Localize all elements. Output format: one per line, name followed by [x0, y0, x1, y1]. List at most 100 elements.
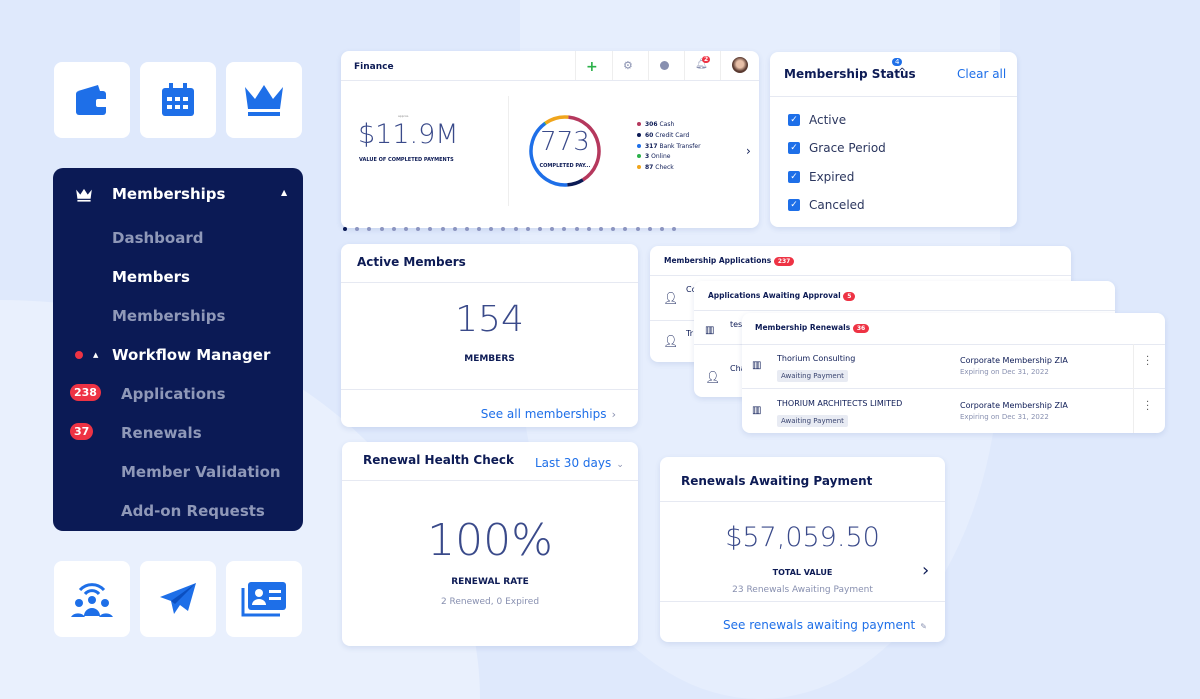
carousel-dot[interactable] [391, 227, 396, 231]
carousel-dot[interactable] [489, 227, 494, 231]
date-range-dropdown[interactable]: Last 30 days ⌄ [535, 452, 624, 471]
renewal-health-title: Renewal Health Check [363, 453, 514, 467]
carousel-dot[interactable] [501, 227, 506, 231]
carousel-dot[interactable] [562, 227, 567, 231]
renewals-awaiting-payment-card: Renewals Awaiting Payment $57,059.50 TOT… [660, 457, 945, 642]
active-members-label: MEMBERS [464, 354, 515, 364]
legend-dot [637, 132, 641, 137]
info-icon[interactable] [660, 61, 669, 70]
expand-caret-icon[interactable]: ▲ [93, 351, 98, 359]
carousel-dot[interactable] [416, 227, 421, 231]
person-icon: 👤︎ [663, 334, 679, 348]
sidebar-item-members[interactable]: Members [112, 268, 190, 286]
sidebar-item-add-on-requests[interactable]: Add-on Requests [121, 502, 265, 520]
clear-all-link[interactable]: Clear all [957, 67, 1006, 81]
renewal-rate-value: 100% [427, 515, 553, 566]
carousel-dot[interactable] [379, 227, 384, 231]
see-renewals-awaiting-payment-link[interactable]: See renewals awaiting payment ✎ [723, 614, 927, 633]
legend-item: 3 Online [637, 152, 701, 163]
contact-card-tile[interactable] [226, 561, 302, 637]
carousel-dot[interactable] [659, 227, 664, 231]
sidebar: Memberships ▲ Dashboard Members Membersh… [53, 168, 303, 531]
carousel-dot[interactable] [477, 227, 482, 231]
carousel-dot[interactable] [440, 227, 445, 231]
link-text: See all memberships [480, 407, 607, 421]
active-members-value: 154 [455, 299, 524, 340]
collapse-caret-icon[interactable]: ▲ [281, 188, 287, 197]
carousel-dot[interactable] [635, 227, 640, 231]
checkbox-canceled[interactable]: ✓ Canceled [788, 198, 865, 212]
sidebar-item-memberships[interactable]: Memberships [112, 307, 225, 325]
next-chevron-icon[interactable]: › [922, 560, 929, 581]
sidebar-section-memberships[interactable]: Memberships [112, 185, 225, 203]
awaiting-payment-title: Renewals Awaiting Payment [681, 474, 873, 488]
sidebar-item-renewals[interactable]: Renewals [121, 424, 202, 442]
carousel-pagination[interactable] [343, 216, 743, 235]
renewal-health-card: Renewal Health Check Last 30 days ⌄ 100%… [342, 442, 638, 646]
awaiting-payment-value: $57,059.50 [725, 522, 880, 553]
carousel-dot[interactable] [464, 227, 469, 231]
carousel-dot[interactable] [598, 227, 603, 231]
checkbox-checked-icon: ✓ [788, 114, 800, 126]
checkbox-grace-period[interactable]: ✓ Grace Period [788, 141, 886, 155]
carousel-dot[interactable] [550, 227, 555, 231]
user-avatar[interactable] [732, 57, 748, 73]
completed-payments-value: $11.9M [358, 119, 459, 150]
sidebar-item-applications[interactable]: Applications [121, 385, 226, 403]
person-icon: 👤︎ [705, 370, 721, 384]
checkbox-expired[interactable]: ✓ Expired [788, 170, 854, 184]
carousel-dot[interactable] [452, 227, 457, 231]
completed-payments-count-label: COMPLETED PAY... [539, 163, 591, 169]
sidebar-item-dashboard[interactable]: Dashboard [112, 229, 203, 247]
crown-tile[interactable] [226, 62, 302, 138]
see-all-memberships-link[interactable]: See all memberships › [481, 403, 616, 422]
chevron-up-icon[interactable]: ^ [898, 67, 906, 78]
active-members-title: Active Members [357, 255, 466, 269]
building-icon: ▥ [752, 405, 762, 416]
legend-item: 60 Credit Card [637, 131, 701, 142]
carousel-dot[interactable] [513, 227, 518, 231]
renewals-badge: 37 [70, 423, 94, 440]
calendar-tile[interactable] [140, 62, 216, 138]
wallet-tile[interactable] [54, 62, 130, 138]
carousel-dot[interactable] [355, 227, 360, 231]
carousel-dot[interactable] [611, 227, 616, 231]
approval-row[interactable]: tes [730, 320, 742, 329]
carousel-dot[interactable] [403, 227, 408, 231]
more-options-icon[interactable]: · · · [1146, 398, 1149, 416]
carousel-dot[interactable] [428, 227, 433, 231]
settings-gear-icon[interactable]: ⚙ [623, 59, 633, 72]
legend-count: 60 [645, 131, 654, 139]
person-icon: 👤︎ [663, 291, 679, 305]
community-tile[interactable] [54, 561, 130, 637]
application-row[interactable]: Tr [686, 329, 693, 338]
more-options-icon[interactable]: · · · [1146, 353, 1149, 371]
status-pill-text: Awaiting Payment [777, 415, 848, 427]
legend-count: 87 [645, 164, 654, 172]
renewal-expiry: Expiring on Dec 31, 2022 [960, 368, 1049, 376]
carousel-dot[interactable] [538, 227, 542, 231]
carousel-dot[interactable] [672, 227, 677, 231]
send-tile[interactable] [140, 561, 216, 637]
sidebar-item-workflow-manager[interactable]: Workflow Manager [112, 346, 270, 364]
renewal-plan: Corporate Membership ZIA [960, 356, 1068, 365]
building-icon: ▥ [705, 325, 715, 336]
add-icon[interactable]: + [586, 59, 598, 75]
next-chevron-icon[interactable]: › [746, 144, 751, 158]
active-members-card: Active Members 154 MEMBERS See all membe… [341, 244, 638, 427]
contact-card-icon [241, 582, 286, 617]
carousel-dot[interactable] [647, 227, 652, 231]
sidebar-item-member-validation[interactable]: Member Validation [121, 463, 281, 481]
chevron-down-icon: ⌄ [616, 460, 624, 470]
carousel-dot[interactable] [367, 227, 372, 231]
alert-dot [75, 351, 83, 359]
checkbox-active[interactable]: ✓ Active [788, 113, 846, 127]
carousel-dot[interactable] [586, 227, 591, 231]
renewal-name: THORIUM ARCHITECTS LIMITED [777, 399, 903, 408]
carousel-dot[interactable] [574, 227, 579, 231]
carousel-dot[interactable] [525, 227, 530, 231]
carousel-dot[interactable] [623, 227, 628, 231]
renewal-status-pill: Awaiting Payment [777, 408, 848, 427]
donut-segment-check [544, 115, 569, 125]
carousel-dot[interactable] [343, 227, 347, 231]
